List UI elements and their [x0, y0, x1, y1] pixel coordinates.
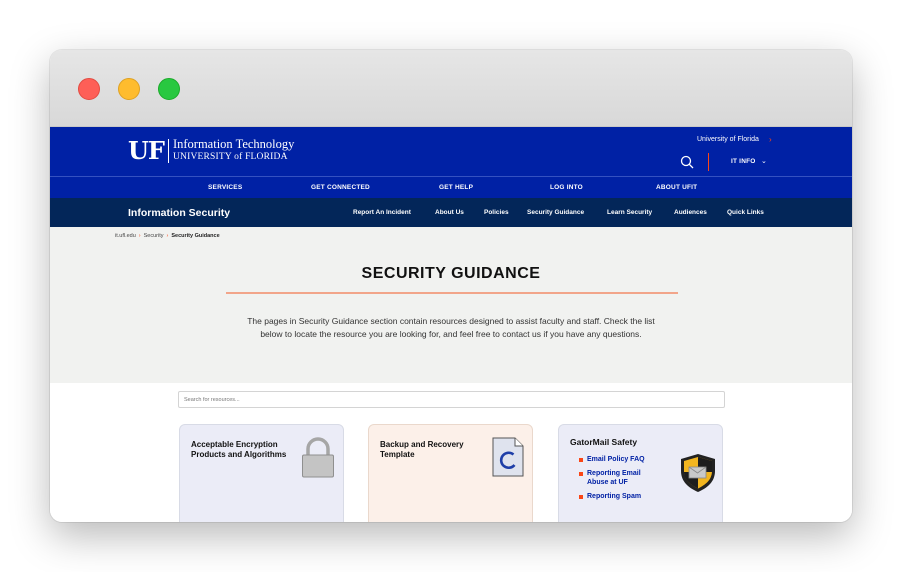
subnav-policies[interactable]: Policies: [484, 209, 509, 216]
it-info-menu[interactable]: IT INFO: [731, 158, 756, 165]
top-header: UF Information Technology UNIVERSITY of …: [50, 127, 852, 176]
resource-search-input[interactable]: [178, 391, 725, 408]
breadcrumb-home[interactable]: it.ufl.edu: [115, 233, 136, 239]
search-icon[interactable]: [680, 155, 694, 169]
subnav-learn-security[interactable]: Learn Security: [607, 209, 652, 216]
primary-nav: SERVICES GET CONNECTED GET HELP LOG INTO…: [50, 176, 852, 198]
logo-wordmark: Information Technology UNIVERSITY of FLO…: [173, 138, 294, 163]
uf-it-logo[interactable]: UF Information Technology UNIVERSITY of …: [128, 138, 294, 163]
breadcrumb-security[interactable]: Security: [144, 233, 164, 239]
breadcrumb-separator-icon: ›: [166, 233, 169, 239]
chevron-right-icon: ›: [769, 135, 772, 144]
breadcrumb-current: Security Guidance: [171, 233, 220, 239]
nav-get-help[interactable]: GET HELP: [439, 184, 473, 191]
page-intro: The pages in Security Guidance section c…: [247, 316, 655, 339]
link-reporting-email-abuse[interactable]: Reporting Email Abuse at UF: [579, 469, 651, 487]
nav-services[interactable]: SERVICES: [208, 184, 242, 191]
minimize-window-button[interactable]: [118, 78, 140, 100]
subnav-audiences[interactable]: Audiences: [674, 209, 707, 216]
refresh-document-icon: [492, 437, 524, 477]
logo-line2: UNIVERSITY of FLORIDA: [172, 152, 288, 162]
resource-card-backup[interactable]: Backup and Recovery Template: [368, 424, 533, 522]
window-titlebar: [50, 50, 852, 127]
nav-log-into[interactable]: LOG INTO: [550, 184, 583, 191]
maximize-window-button[interactable]: [158, 78, 180, 100]
logo-line1: Information Technology: [172, 137, 295, 151]
subnav-quick-links[interactable]: Quick Links: [727, 209, 764, 216]
page-viewport: UF Information Technology UNIVERSITY of …: [50, 127, 852, 522]
breadcrumb: it.ufl.edu › Security › Security Guidance: [115, 233, 220, 239]
resource-card-encryption[interactable]: Acceptable Encryption Products and Algor…: [179, 424, 344, 522]
card-title: GatorMail Safety: [570, 437, 638, 447]
resource-card-gatormail: GatorMail Safety Email Policy FAQ Report…: [558, 424, 723, 522]
card-title: Acceptable Encryption Products and Algor…: [191, 440, 287, 459]
subnav-security-guidance[interactable]: Security Guidance: [527, 209, 584, 216]
header-divider: [708, 153, 709, 171]
browser-window: UF Information Technology UNIVERSITY of …: [50, 50, 852, 522]
title-underline: [226, 292, 678, 294]
breadcrumb-separator-icon: ›: [138, 233, 141, 239]
hero-section: it.ufl.edu › Security › Security Guidance SE…: [50, 227, 852, 383]
university-of-florida-link[interactable]: University of Florida: [697, 136, 759, 143]
padlock-icon: [302, 437, 334, 478]
close-window-button[interactable]: [78, 78, 100, 100]
nav-get-connected[interactable]: GET CONNECTED: [311, 184, 370, 191]
link-reporting-spam[interactable]: Reporting Spam: [579, 492, 651, 501]
gatormail-links: Email Policy FAQ Reporting Email Abuse a…: [579, 455, 651, 506]
logo-separator: [167, 138, 169, 163]
link-email-policy-faq[interactable]: Email Policy FAQ: [579, 455, 651, 464]
subnav-report-incident[interactable]: Report An Incident: [353, 209, 411, 216]
page-title: SECURITY GUIDANCE: [361, 265, 541, 282]
card-title: Backup and Recovery Template: [380, 440, 464, 459]
chevron-down-icon: ⌄: [761, 158, 767, 165]
site-title[interactable]: Information Security: [128, 207, 230, 219]
logo-mark: UF: [128, 135, 165, 165]
mail-shield-icon: [681, 454, 715, 492]
nav-about-ufit[interactable]: ABOUT UFIT: [656, 184, 697, 191]
secondary-nav: Information Security Report An Incident …: [50, 198, 852, 227]
subnav-about-us[interactable]: About Us: [435, 209, 464, 216]
